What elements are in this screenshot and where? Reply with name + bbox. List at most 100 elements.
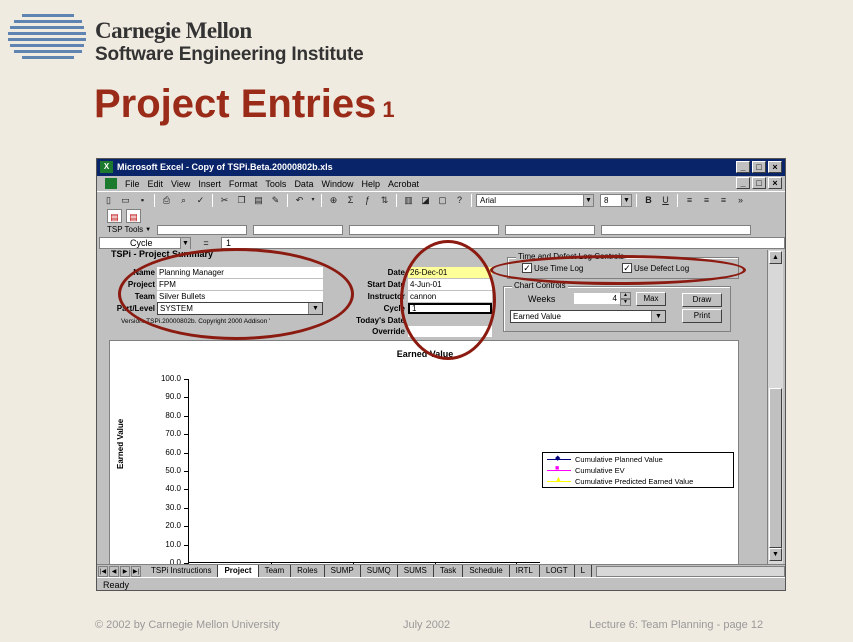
autosum-icon[interactable]: Σ: [343, 193, 358, 207]
horizontal-scrollbar[interactable]: [596, 565, 785, 577]
chart-type-select[interactable]: Earned Value ▼: [510, 310, 666, 323]
chevron-down-icon[interactable]: ▼: [180, 238, 190, 249]
help-icon[interactable]: ?: [452, 193, 467, 207]
weeks-input[interactable]: 4: [574, 293, 620, 304]
sheet-tab-sumq[interactable]: SUMQ: [361, 565, 398, 577]
pdf-email-icon[interactable]: ▤: [126, 208, 141, 223]
print-button[interactable]: Print: [682, 309, 722, 323]
spin-down-icon[interactable]: ▼: [620, 299, 631, 306]
menu-file[interactable]: File: [125, 179, 140, 189]
bold-button[interactable]: B: [641, 193, 656, 207]
checkmark-icon[interactable]: ✓: [622, 263, 632, 273]
sheet-tab-irtl[interactable]: IRTL: [510, 565, 540, 577]
scroll-thumb[interactable]: [769, 388, 782, 548]
restore-button[interactable]: □: [752, 161, 766, 173]
print-preview-icon[interactable]: ⌕: [176, 193, 191, 207]
function-icon[interactable]: ƒ: [360, 193, 375, 207]
close-button[interactable]: ×: [768, 161, 782, 173]
doc-minimize-button[interactable]: _: [736, 177, 750, 189]
pdf-convert-icon[interactable]: ▤: [107, 208, 122, 223]
drawing-icon[interactable]: ◪: [418, 193, 433, 207]
spelling-icon[interactable]: ✓: [193, 193, 208, 207]
menu-view[interactable]: View: [171, 179, 190, 189]
sheet-tab-logt[interactable]: LOGT: [540, 565, 575, 577]
sheet-tab-sump[interactable]: SUMP: [325, 565, 361, 577]
toolbar-more-icon[interactable]: »: [733, 193, 748, 207]
sheet-tab-sums[interactable]: SUMS: [398, 565, 434, 577]
format-painter-icon[interactable]: ✎: [268, 193, 283, 207]
cut-icon[interactable]: ✂: [217, 193, 232, 207]
save-icon[interactable]: ▪: [135, 193, 150, 207]
align-right-icon[interactable]: ≡: [716, 193, 731, 207]
last-sheet-icon[interactable]: ▶|: [131, 565, 141, 577]
worksheet[interactable]: TSPi - Project Summary Name Planning Man…: [97, 250, 767, 564]
earned-value-chart[interactable]: Earned Value Earned Value 100.0 90.0 80.0 7…: [109, 340, 739, 564]
open-icon[interactable]: ▭: [118, 193, 133, 207]
underline-button[interactable]: U: [658, 193, 673, 207]
draw-button[interactable]: Draw: [682, 293, 722, 307]
excel-app-icon[interactable]: X: [100, 161, 113, 173]
new-icon[interactable]: ▯: [101, 193, 116, 207]
menu-help[interactable]: Help: [361, 179, 380, 189]
hyperlink-icon[interactable]: ⊕: [326, 193, 341, 207]
chevron-down-icon[interactable]: ▼: [621, 194, 631, 206]
menu-edit[interactable]: Edit: [148, 179, 164, 189]
max-button[interactable]: Max: [636, 292, 666, 306]
spin-up-icon[interactable]: ▲: [620, 292, 631, 299]
undo-dropdown-icon[interactable]: ▾: [309, 193, 317, 207]
sheet-tab-team[interactable]: Team: [259, 565, 292, 577]
chart-wizard-icon[interactable]: ▥: [401, 193, 416, 207]
name-box[interactable]: Cycle ▼: [99, 237, 191, 249]
sort-icon[interactable]: ⇅: [377, 193, 392, 207]
workbook-icon[interactable]: [105, 178, 117, 189]
sheet-tab-l[interactable]: L: [575, 565, 593, 577]
next-sheet-icon[interactable]: ▶: [120, 565, 130, 577]
chevron-down-icon[interactable]: ▼: [583, 194, 593, 206]
start-date-field[interactable]: 4-Jun-01: [408, 279, 492, 290]
chevron-down-icon[interactable]: ▼: [651, 311, 665, 322]
sheet-tab-task[interactable]: Task: [434, 565, 464, 577]
checkmark-icon[interactable]: ✓: [522, 263, 532, 273]
paste-icon[interactable]: ▤: [251, 193, 266, 207]
menu-format[interactable]: Format: [229, 179, 258, 189]
sheet-tab-roles[interactable]: Roles: [291, 565, 325, 577]
chevron-down-icon[interactable]: ▼: [145, 227, 151, 233]
prev-sheet-icon[interactable]: ◀: [109, 565, 119, 577]
formula-equals[interactable]: =: [191, 238, 221, 248]
sheet-tab-schedule[interactable]: Schedule: [463, 565, 510, 577]
menu-window[interactable]: Window: [321, 179, 353, 189]
doc-restore-button[interactable]: □: [752, 177, 766, 189]
sheet-tab-project[interactable]: Project: [218, 565, 259, 577]
chevron-down-icon[interactable]: ▼: [308, 303, 322, 314]
menu-tools[interactable]: Tools: [265, 179, 286, 189]
instructor-field[interactable]: cannon: [408, 291, 492, 302]
project-field[interactable]: FPM: [157, 279, 323, 290]
zoom-icon[interactable]: ▢: [435, 193, 450, 207]
vertical-scrollbar[interactable]: ▲ ▼: [767, 250, 783, 564]
tsp-tools-menu[interactable]: TSP Tools: [107, 225, 143, 234]
minimize-button[interactable]: _: [736, 161, 750, 173]
cycle-field[interactable]: 1: [408, 303, 492, 314]
scroll-up-icon[interactable]: ▲: [769, 251, 782, 264]
first-sheet-icon[interactable]: |◀: [98, 565, 108, 577]
use-time-log-checkbox[interactable]: ✓ Use Time Log: [522, 263, 583, 273]
use-defect-log-checkbox[interactable]: ✓ Use Defect Log: [622, 263, 689, 273]
align-left-icon[interactable]: ≡: [682, 193, 697, 207]
menu-insert[interactable]: Insert: [198, 179, 221, 189]
part-level-select[interactable]: SYSTEM ▼: [157, 302, 323, 315]
font-size-select[interactable]: 8 ▼: [600, 193, 632, 207]
print-icon[interactable]: ⎙: [159, 193, 174, 207]
name-field[interactable]: Planning Manager: [157, 267, 323, 278]
team-field[interactable]: Silver Bullets: [157, 291, 323, 302]
scroll-down-icon[interactable]: ▼: [769, 548, 782, 561]
formula-input[interactable]: 1: [221, 237, 785, 249]
copy-icon[interactable]: ❐: [234, 193, 249, 207]
menu-acrobat[interactable]: Acrobat: [388, 179, 419, 189]
align-center-icon[interactable]: ≡: [699, 193, 714, 207]
date-field[interactable]: 26-Dec-01: [408, 267, 492, 278]
doc-close-button[interactable]: ×: [768, 177, 782, 189]
window-titlebar[interactable]: X Microsoft Excel - Copy of TSPi.Beta.20…: [97, 159, 785, 176]
undo-icon[interactable]: ↶: [292, 193, 307, 207]
override-field[interactable]: [408, 326, 492, 337]
font-name-select[interactable]: Arial ▼: [476, 193, 594, 207]
